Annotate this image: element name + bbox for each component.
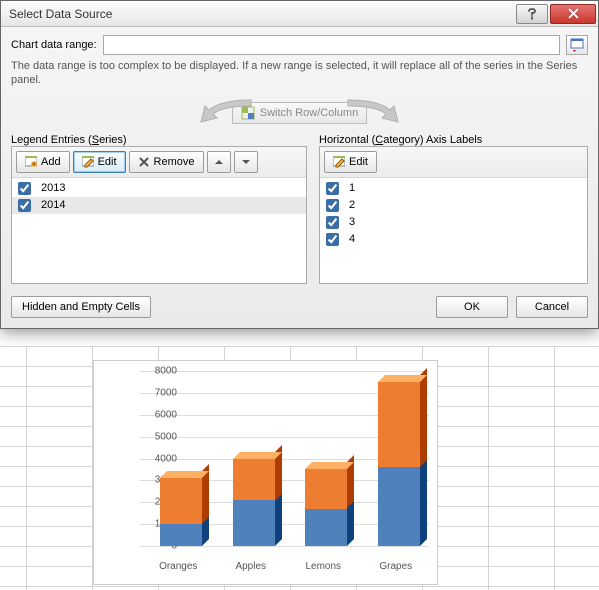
series-panel: Add Edit Remove: [11, 146, 307, 284]
add-series-button[interactable]: Add: [16, 151, 70, 173]
arrow-right-icon: [328, 98, 408, 128]
category-item[interactable]: 3: [320, 214, 587, 231]
categories-panel: Edit 1 2 3 4: [319, 146, 588, 284]
move-up-button[interactable]: [207, 151, 231, 173]
dialog-title: Select Data Source: [9, 7, 514, 21]
hidden-empty-cells-button[interactable]: Hidden and Empty Cells: [11, 296, 151, 318]
x-tick-label: Oranges: [148, 561, 208, 572]
category-checkbox[interactable]: [326, 199, 339, 212]
chart-data-range-input[interactable]: [103, 35, 560, 55]
category-item[interactable]: 2: [320, 197, 587, 214]
cancel-button[interactable]: Cancel: [516, 296, 588, 318]
series-item-label: 2013: [41, 182, 65, 194]
y-tick-label: 7000: [137, 387, 177, 398]
close-button[interactable]: [550, 4, 596, 24]
help-button[interactable]: [516, 4, 548, 24]
bar: [378, 382, 420, 546]
add-series-icon: [25, 156, 37, 168]
range-hint-text: The data range is too complex to be disp…: [11, 59, 588, 88]
series-list[interactable]: 2013 2014: [12, 178, 306, 283]
edit-icon: [82, 156, 94, 168]
select-data-source-dialog: Select Data Source Chart data range: The…: [0, 0, 599, 329]
y-tick-label: 5000: [137, 431, 177, 442]
chevron-up-icon: [215, 158, 223, 166]
categories-list[interactable]: 1 2 3 4: [320, 178, 587, 283]
edit-categories-button[interactable]: Edit: [324, 151, 377, 173]
category-item[interactable]: 1: [320, 180, 587, 197]
arrow-left-icon: [191, 98, 271, 128]
x-tick-label: Lemons: [293, 561, 353, 572]
plot-area: 010002000300040005000600070008000Oranges…: [139, 371, 429, 546]
titlebar: Select Data Source: [1, 1, 598, 27]
categories-toolbar: Edit: [320, 147, 587, 178]
remove-series-button[interactable]: Remove: [129, 151, 204, 173]
category-item-label: 2: [349, 199, 355, 211]
x-tick-label: Grapes: [366, 561, 426, 572]
ok-button[interactable]: OK: [436, 296, 508, 318]
category-item-label: 1: [349, 182, 355, 194]
edit-series-button[interactable]: Edit: [73, 151, 126, 173]
y-tick-label: 4000: [137, 453, 177, 464]
y-tick-label: 8000: [137, 366, 177, 377]
category-checkbox[interactable]: [326, 182, 339, 195]
series-item-label: 2014: [41, 199, 65, 211]
category-checkbox[interactable]: [326, 216, 339, 229]
bar: [305, 469, 347, 546]
category-item-label: 4: [349, 233, 355, 245]
series-item[interactable]: 2013: [12, 180, 306, 197]
chart-data-range-label: Chart data range:: [11, 39, 97, 51]
x-tick-label: Apples: [221, 561, 281, 572]
range-picker-button[interactable]: [566, 35, 588, 55]
chevron-down-icon: [242, 158, 250, 166]
series-item[interactable]: 2014: [12, 197, 306, 214]
series-checkbox[interactable]: [18, 182, 31, 195]
y-tick-label: 6000: [137, 409, 177, 420]
bar: [233, 459, 275, 547]
move-down-button[interactable]: [234, 151, 258, 173]
series-checkbox[interactable]: [18, 199, 31, 212]
chart[interactable]: 010002000300040005000600070008000Oranges…: [93, 360, 438, 585]
series-toolbar: Add Edit Remove: [12, 147, 306, 178]
bar: [160, 478, 202, 546]
category-checkbox[interactable]: [326, 233, 339, 246]
edit-icon: [333, 156, 345, 168]
category-item[interactable]: 4: [320, 231, 587, 248]
remove-icon: [138, 156, 150, 168]
category-item-label: 3: [349, 216, 355, 228]
